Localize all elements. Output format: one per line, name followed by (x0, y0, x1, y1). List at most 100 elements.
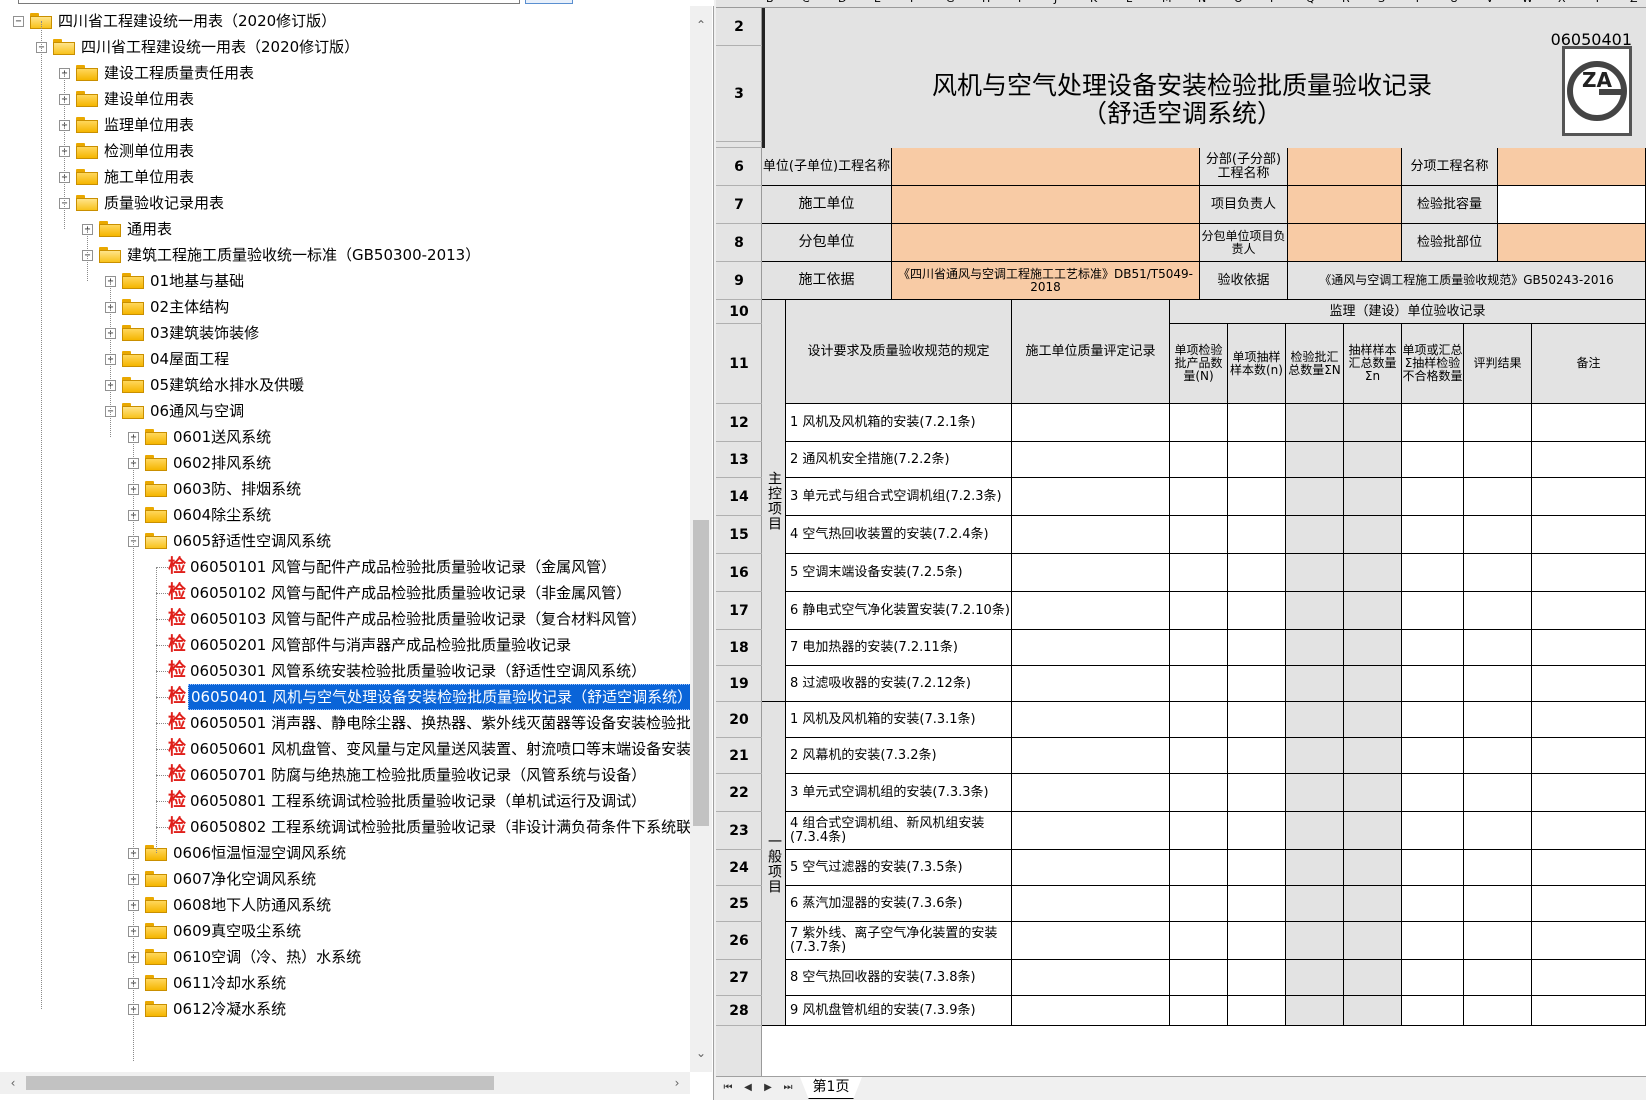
record-cell[interactable] (1464, 592, 1532, 630)
record-cell[interactable] (1344, 554, 1402, 592)
self-eval-cell[interactable] (1012, 996, 1170, 1026)
record-cell[interactable] (1286, 404, 1344, 442)
tree-node-label[interactable]: 检测单位用表 (102, 138, 196, 164)
row-header[interactable]: 18 (716, 630, 762, 666)
tree-node-label[interactable]: 四川省工程建设统一用表（2020修订版） (56, 8, 338, 34)
record-cell[interactable] (1532, 592, 1646, 630)
record-cell[interactable] (1532, 442, 1646, 478)
record-cell[interactable] (1170, 442, 1228, 478)
record-cell[interactable] (1402, 592, 1464, 630)
record-cell[interactable] (1464, 812, 1532, 850)
record-cell[interactable] (1228, 478, 1286, 516)
record-cell[interactable] (1228, 404, 1286, 442)
row-header[interactable]: 20 (716, 702, 762, 738)
tree-node[interactable]: + 建设单位用表 (0, 86, 690, 112)
row-header[interactable]: 27 (716, 960, 762, 996)
tree-node[interactable]: +04屋面工程 (0, 346, 690, 372)
tree-node-label[interactable]: 施工单位用表 (102, 164, 196, 190)
row-header[interactable]: 6 (716, 148, 762, 186)
column-letter[interactable]: M (1162, 0, 1172, 5)
tree-node[interactable]: + 建设工程质量责任用表 (0, 60, 690, 86)
record-cell[interactable] (1286, 996, 1344, 1026)
horizontal-scroll-thumb[interactable] (26, 1076, 494, 1090)
tree-node[interactable]: +01地基与基础 (0, 268, 690, 294)
record-cell[interactable] (1464, 404, 1532, 442)
tree-node-label[interactable]: 四川省工程建设统一用表（2020修订版） (79, 34, 361, 60)
record-cell[interactable] (1228, 996, 1286, 1026)
record-cell[interactable] (1286, 960, 1344, 996)
record-cell[interactable] (1532, 812, 1646, 850)
self-eval-cell[interactable] (1012, 442, 1170, 478)
record-cell[interactable] (1228, 442, 1286, 478)
tree-node[interactable]: +02主体结构 (0, 294, 690, 320)
tree-node-label[interactable]: 01地基与基础 (148, 268, 246, 294)
record-cell[interactable] (1532, 478, 1646, 516)
record-cell[interactable] (1532, 738, 1646, 774)
record-cell[interactable] (1344, 774, 1402, 812)
record-cell[interactable] (1344, 738, 1402, 774)
row-header[interactable]: 2 (716, 8, 762, 46)
tree-node[interactable]: − 建筑工程施工质量验收统一标准（GB50300-2013） (0, 242, 690, 268)
record-cell[interactable] (1344, 478, 1402, 516)
record-cell[interactable] (1170, 886, 1228, 922)
row-header[interactable]: 15 (716, 516, 762, 554)
record-cell[interactable] (1344, 666, 1402, 702)
tree-horizontal-scrollbar[interactable]: ‹ › (0, 1072, 690, 1094)
record-cell[interactable] (1532, 774, 1646, 812)
tree-node[interactable]: 检 06050301 风管系统安装检验批质量验收记录（舒适性空调风系统） (0, 658, 690, 684)
row-header[interactable]: 11 (716, 324, 762, 404)
record-cell[interactable] (1170, 630, 1228, 666)
tree-node[interactable]: − 质量验收记录用表 (0, 190, 690, 216)
column-letter[interactable]: I (1018, 0, 1021, 5)
record-cell[interactable] (1464, 442, 1532, 478)
row-header[interactable]: 16 (716, 554, 762, 592)
tree-node-label[interactable]: 06050301 风管系统安装检验批质量验收记录（舒适性空调风系统） (188, 658, 648, 684)
tree-node[interactable]: 检 06050201 风管部件与消声器产成品检验批质量验收记录 (0, 632, 690, 658)
record-cell[interactable] (1170, 960, 1228, 996)
tree-node-label[interactable]: 04屋面工程 (148, 346, 231, 372)
tree-node-label[interactable]: 06050101 风管与配件产成品检验批质量验收记录（金属风管） (188, 554, 618, 580)
record-cell[interactable] (1532, 554, 1646, 592)
row-header[interactable]: 14 (716, 478, 762, 516)
tree-node-label[interactable]: 0611冷却水系统 (171, 970, 288, 996)
tree-node[interactable]: + 施工单位用表 (0, 164, 690, 190)
record-cell[interactable] (1344, 922, 1402, 960)
tree-node-label[interactable]: 建设工程质量责任用表 (102, 60, 256, 86)
record-cell[interactable] (1402, 850, 1464, 886)
row-header[interactable]: 28 (716, 996, 762, 1026)
record-cell[interactable] (1286, 774, 1344, 812)
record-cell[interactable] (1286, 886, 1344, 922)
input-constructor[interactable] (892, 186, 1200, 224)
record-cell[interactable] (1532, 516, 1646, 554)
record-cell[interactable] (1228, 886, 1286, 922)
sheet-tab-page-1[interactable]: 第1页 (800, 1077, 862, 1099)
self-eval-cell[interactable] (1012, 666, 1170, 702)
tree-node[interactable]: 检 06050102 风管与配件产成品检验批质量验收记录（非金属风管） (0, 580, 690, 606)
row-header[interactable]: 12 (716, 404, 762, 442)
record-cell[interactable] (1286, 922, 1344, 960)
tree-node[interactable]: +0606恒温恒湿空调风系统 (0, 840, 690, 866)
record-cell[interactable] (1228, 702, 1286, 738)
record-cell[interactable] (1228, 960, 1286, 996)
tree-node[interactable]: +05建筑给水排水及供暖 (0, 372, 690, 398)
row-header[interactable]: 26 (716, 922, 762, 960)
input-item-name[interactable] (1498, 148, 1646, 186)
tree-node[interactable]: +0604除尘系统 (0, 502, 690, 528)
tree-node-label[interactable]: 0608地下人防通风系统 (171, 892, 333, 918)
self-eval-cell[interactable] (1012, 774, 1170, 812)
column-letter[interactable]: G (946, 0, 955, 5)
row-header[interactable]: 13 (716, 442, 762, 478)
column-letter[interactable]: U (1450, 0, 1458, 5)
column-letter[interactable]: S (1378, 0, 1385, 5)
tree-node-selected[interactable]: 检 06050401 风机与空气处理设备安装检验批质量验收记录（舒适空调系统） (0, 684, 690, 710)
tree-node-label[interactable]: 02主体结构 (148, 294, 231, 320)
tree-node-label[interactable]: 质量验收记录用表 (102, 190, 226, 216)
tree-node-label[interactable]: 06050801 工程系统调试检验批质量验收记录（单机试运行及调试） (188, 788, 648, 814)
general-items-side[interactable]: 一般项目 (762, 702, 786, 1026)
record-cell[interactable] (1228, 774, 1286, 812)
tree-node[interactable]: + 通用表 (0, 216, 690, 242)
record-cell[interactable] (1402, 554, 1464, 592)
column-letter[interactable]: D (838, 0, 846, 5)
tree-node[interactable]: +0601送风系统 (0, 424, 690, 450)
column-letter[interactable]: L (1126, 0, 1132, 5)
